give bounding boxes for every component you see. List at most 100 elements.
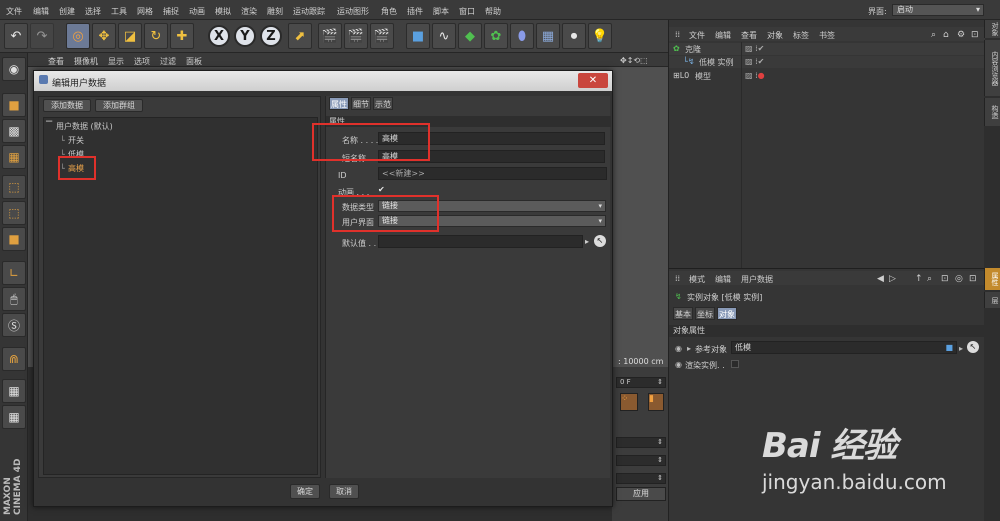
menu-animate[interactable]: 动画	[189, 6, 205, 17]
timeline-field-2[interactable]: ⇕	[616, 455, 666, 466]
ok-button[interactable]: 确定	[290, 484, 320, 499]
magnet-button[interactable]: ⋒	[2, 347, 26, 371]
axis-mode-button[interactable]: ∟	[2, 261, 26, 285]
menu-script[interactable]: 脚本	[433, 6, 449, 17]
attr-tab-object[interactable]: 对象	[717, 307, 737, 320]
menu-help[interactable]: 帮助	[485, 6, 501, 17]
menu-tools[interactable]: 工具	[111, 6, 127, 17]
settings-icon[interactable]: ◎	[955, 274, 963, 284]
render-picture-button[interactable]: 🎬	[344, 23, 368, 49]
new-panel-icon[interactable]: ⊡	[971, 30, 979, 40]
timeline-field-1[interactable]: ⇕	[616, 437, 666, 448]
apply-button[interactable]: 应用	[616, 487, 666, 501]
object-row-model[interactable]: ⊞L0 模型 ▨ ⁞●	[669, 70, 985, 82]
transform-button[interactable]: ✚	[170, 23, 194, 49]
render-settings-button[interactable]: 🎬	[370, 23, 394, 49]
search-icon[interactable]: ⌕	[931, 30, 936, 40]
menu-window[interactable]: 窗口	[459, 6, 475, 17]
forward-arrow-icon[interactable]: ▷	[889, 274, 896, 284]
om-menu-view[interactable]: 查看	[741, 30, 757, 41]
menu-file[interactable]: 文件	[6, 6, 22, 17]
film-button[interactable]: ▮	[648, 393, 664, 411]
om-menu-file[interactable]: 文件	[689, 30, 705, 41]
pick-object-icon[interactable]: ↖	[594, 235, 606, 247]
am-menu-user-data[interactable]: 用户数据	[741, 274, 773, 285]
object-row-instance[interactable]: └↯ 低模 实例 ▨ ⁞✔	[669, 56, 985, 68]
workplane-axis-button[interactable]: ▦	[2, 405, 26, 429]
add-group-button[interactable]: 添加群组	[95, 99, 143, 112]
z-axis-button[interactable]: Z	[260, 25, 282, 47]
points-mode-button[interactable]: ⬚	[2, 175, 26, 199]
viewport-menu-filter[interactable]: 过滤	[160, 56, 176, 67]
rotate-button[interactable]: ↻	[144, 23, 168, 49]
cancel-button[interactable]: 取消	[329, 484, 359, 499]
tab-example[interactable]: 示范	[373, 97, 393, 110]
expand-arrow-icon[interactable]: ▸	[687, 344, 691, 353]
visibility-toggle-icon[interactable]: ▨ ⁞●	[745, 71, 765, 80]
workplane-lock-button[interactable]: ▦	[2, 379, 26, 403]
layout-select[interactable]: 启动 ▾	[892, 4, 984, 16]
am-menu-mode[interactable]: 模式	[689, 274, 705, 285]
y-axis-button[interactable]: Y	[234, 25, 256, 47]
redo-button[interactable]: ↷	[30, 23, 54, 49]
menu-mesh[interactable]: 网格	[137, 6, 153, 17]
menu-mograph[interactable]: 运动图形	[337, 6, 369, 17]
tab-details[interactable]: 细节	[351, 97, 371, 110]
render-instance-checkbox[interactable]	[731, 360, 739, 368]
workplane-button[interactable]: ▦	[2, 145, 26, 169]
texture-mode-button[interactable]: ▩	[2, 119, 26, 143]
settings-icon[interactable]: ⚙	[957, 30, 965, 40]
move-button[interactable]: ✥	[92, 23, 116, 49]
nurbs-button[interactable]: ◆	[458, 23, 482, 49]
tab-properties[interactable]: 属性	[329, 97, 349, 110]
spline-button[interactable]: ∿	[432, 23, 456, 49]
visibility-toggle-icon[interactable]: ▨ ⁞✔	[745, 57, 764, 66]
radio-icon[interactable]: ◉	[675, 360, 682, 369]
frame-field[interactable]: 0 F ⇕	[616, 377, 666, 388]
x-axis-button[interactable]: X	[208, 25, 230, 47]
make-editable-button[interactable]: ◉	[2, 57, 26, 81]
attr-tab-basic[interactable]: 基本	[673, 307, 693, 320]
live-select-button[interactable]: ◎	[66, 23, 90, 49]
render-view-button[interactable]: 🎬	[318, 23, 342, 49]
up-arrow-icon[interactable]: ↑	[915, 274, 923, 284]
viewport-nav-icons[interactable]: ✥↕⟲⬚	[620, 56, 648, 65]
cube-button[interactable]: ■	[406, 23, 430, 49]
home-icon[interactable]: ⌂	[943, 30, 949, 40]
menu-select[interactable]: 选择	[85, 6, 101, 17]
viewport-menu-display[interactable]: 显示	[108, 56, 124, 67]
menu-render[interactable]: 渲染	[241, 6, 257, 17]
back-arrow-icon[interactable]: ◀	[877, 274, 884, 284]
default-value-field[interactable]	[378, 235, 583, 248]
scale-button[interactable]: ◪	[118, 23, 142, 49]
object-row-cloner[interactable]: ✿ 克隆 ▨ ⁞✔	[669, 43, 985, 55]
search-icon[interactable]: ⌕	[927, 274, 932, 284]
radio-icon[interactable]: ◉	[675, 344, 682, 353]
sidetab-structure[interactable]: 构造	[984, 98, 1000, 126]
tree-collapse-icon[interactable]: ▔	[46, 121, 52, 130]
arrow-right-icon[interactable]: ▸	[585, 237, 589, 246]
menu-snap[interactable]: 捕捉	[163, 6, 179, 17]
camera-button[interactable]: ⏺	[562, 23, 586, 49]
drag-handle-icon[interactable]: ⁞⁞	[675, 30, 680, 39]
floor-button[interactable]: ▦	[536, 23, 560, 49]
menu-sculpt[interactable]: 雕刻	[267, 6, 283, 17]
sidetab-layers[interactable]: 层	[984, 292, 1000, 308]
edges-mode-button[interactable]: ⬚	[2, 201, 26, 225]
om-menu-tag[interactable]: 标签	[793, 30, 809, 41]
menu-plugins[interactable]: 插件	[407, 6, 423, 17]
viewport-menu-view[interactable]: 查看	[48, 56, 64, 67]
add-data-button[interactable]: 添加数据	[43, 99, 91, 112]
lock-icon[interactable]: ⊡	[941, 274, 949, 284]
animatable-checkbox[interactable]: ✔	[378, 185, 385, 194]
undo-button[interactable]: ↶	[4, 23, 28, 49]
drag-handle-icon[interactable]: ⁞⁞	[675, 274, 680, 283]
array-button[interactable]: ✿	[484, 23, 508, 49]
viewport-menu-panel[interactable]: 面板	[186, 56, 202, 67]
model-mode-button[interactable]: ■	[2, 93, 26, 117]
om-menu-bookmark[interactable]: 书签	[819, 30, 835, 41]
menu-create[interactable]: 创建	[59, 6, 75, 17]
menu-edit[interactable]: 编辑	[33, 6, 49, 17]
deformer-button[interactable]: ⬮	[510, 23, 534, 49]
snap-button[interactable]: Ⓢ	[2, 313, 26, 337]
